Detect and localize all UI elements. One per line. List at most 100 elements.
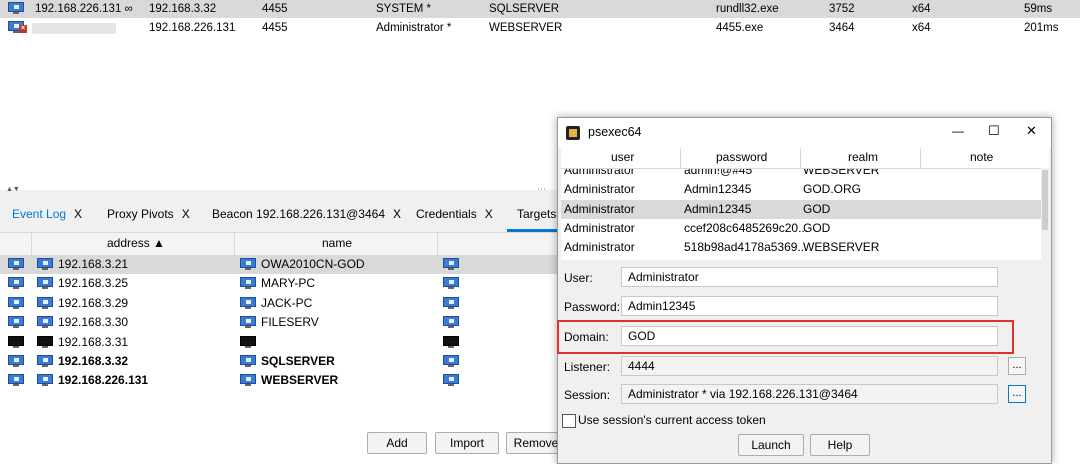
session-last: 59ms (1024, 3, 1053, 15)
access-token-label: Use session's current access token (578, 413, 766, 427)
launch-button[interactable]: Launch (738, 434, 804, 456)
credential-row[interactable]: Administrator Admin12345 GOD (561, 199, 1041, 219)
credential-user: Administrator (564, 201, 635, 216)
credential-row[interactable]: Administrator ccef208c6485269c20... GOD (561, 219, 1041, 238)
credentials-scrollbar[interactable] (1041, 168, 1049, 260)
credential-user: Administrator (564, 240, 635, 255)
session-field[interactable]: Administrator * via 192.168.226.131@3464 (621, 384, 998, 404)
session-computer: SQLSERVER (489, 3, 560, 15)
credential-row[interactable]: Administrator Admin12345 GOD.ORG (561, 180, 1041, 199)
tab-targets[interactable]: Targets (517, 207, 556, 221)
session-user: SYSTEM * (376, 3, 431, 15)
tab-beacon[interactable]: Beacon 192.168.226.131@3464 X (212, 207, 401, 221)
blurred-external-ip (32, 23, 116, 34)
column-name[interactable]: name (322, 236, 352, 250)
maximize-button[interactable]: ☐ (988, 123, 1000, 139)
domain-field[interactable]: GOD (621, 326, 998, 346)
access-token-checkbox[interactable] (562, 414, 576, 428)
column-address[interactable]: address ▲ (107, 236, 165, 250)
session-row[interactable]: 192.168.226.131 ∞ 192.168.3.32 4455 SYST… (0, 0, 1080, 18)
column-note[interactable]: note (970, 150, 993, 164)
credentials-table: user password realm note Administrator ad… (561, 148, 1049, 260)
splitter-grip-icon: ⋯ (537, 184, 546, 194)
session-label: Session: (564, 388, 611, 402)
session-pid: 3464 (829, 22, 855, 34)
tab-close-button[interactable]: X (74, 207, 82, 221)
session-external-ip: 192.168.226.131 ∞ (35, 3, 133, 15)
session-user: Administrator * (376, 22, 452, 34)
session-computer: WEBSERVER (489, 22, 563, 34)
dialog-titlebar[interactable]: psexec64 — ☐ ✕ (558, 118, 1051, 148)
session-process: rundll32.exe (716, 3, 779, 15)
session-row[interactable]: × 192.168.226.131 4455 Administrator * W… (0, 19, 1080, 37)
tab-label: Proxy Pivots (107, 207, 174, 221)
credential-password: ccef208c6485269c20... (684, 220, 809, 235)
target-row[interactable]: 192.168.3.30 FILESERV (0, 313, 560, 332)
session-internal-ip: 192.168.226.131 (149, 22, 236, 34)
target-name: WEBSERVER (261, 373, 339, 388)
listener-browse-button[interactable]: ... (1008, 357, 1026, 375)
session-listener: 4455 (262, 22, 288, 34)
tab-credentials[interactable]: Credentials X (416, 207, 493, 221)
session-listener: 4455 (262, 3, 288, 15)
target-row[interactable]: 192.168.3.32 SQLSERVER (0, 352, 560, 371)
target-address: 192.168.3.31 (58, 334, 129, 349)
listener-label: Listener: (564, 360, 611, 374)
target-address: 192.168.3.29 (58, 295, 129, 310)
session-last: 201ms (1024, 22, 1059, 34)
credential-password: 518b98ad4178a5369... (684, 240, 808, 255)
target-address: 192.168.3.32 (58, 354, 129, 368)
target-name: SQLSERVER (261, 354, 335, 368)
psexec-dialog: psexec64 — ☐ ✕ user password realm note … (557, 117, 1052, 464)
import-button[interactable]: Import (435, 432, 499, 454)
domain-label: Domain: (564, 330, 609, 344)
target-row[interactable]: 192.168.3.31 (0, 333, 560, 352)
target-row[interactable]: 192.168.3.21 OWA2010CN-GOD (0, 255, 560, 274)
session-pid: 3752 (829, 3, 855, 15)
tab-label: Credentials (416, 207, 477, 221)
password-label: Password: (564, 300, 621, 314)
session-internal-ip: 192.168.3.32 (149, 3, 217, 15)
target-row[interactable]: 192.168.226.131 WEBSERVER (0, 371, 560, 390)
tab-label: Targets (517, 207, 557, 221)
tab-bar: Event Log X Proxy Pivots X Beacon 192.168.… (0, 196, 560, 232)
add-button[interactable]: Add (367, 432, 427, 454)
tab-close-button[interactable]: X (182, 207, 190, 221)
tab-close-button[interactable]: X (393, 207, 401, 221)
column-realm[interactable]: realm (848, 150, 878, 164)
credentials-header: user password realm note (561, 148, 1041, 169)
target-address: 192.168.3.25 (58, 276, 129, 291)
target-name: MARY-PC (261, 276, 316, 291)
target-address: 192.168.3.30 (58, 315, 129, 330)
target-name: FILESERV (261, 315, 319, 330)
credential-password: Admin12345 (684, 201, 752, 216)
credential-realm: GOD (803, 220, 831, 235)
credential-realm: WEBSERVER (803, 240, 880, 255)
targets-header: address ▲ name (0, 232, 560, 256)
app-icon (566, 126, 580, 140)
column-user[interactable]: user (611, 150, 634, 164)
column-password[interactable]: password (716, 150, 767, 164)
listener-field[interactable]: 4444 (621, 356, 998, 376)
tab-proxy-pivots[interactable]: Proxy Pivots X (107, 207, 190, 221)
help-button[interactable]: Help (810, 434, 870, 456)
session-browse-button[interactable]: ... (1008, 385, 1026, 403)
tab-label: Beacon 192.168.226.131@3464 (212, 207, 385, 221)
target-address: 192.168.3.21 (58, 257, 129, 271)
password-field[interactable]: Admin12345 (621, 296, 998, 316)
target-row[interactable]: 192.168.3.29 JACK-PC (0, 294, 560, 313)
credential-realm: GOD.ORG (803, 182, 862, 197)
close-button[interactable]: ✕ (1026, 123, 1037, 139)
target-address: 192.168.226.131 (58, 373, 149, 388)
dialog-title: psexec64 (588, 125, 642, 139)
session-arch: x64 (912, 3, 931, 15)
target-name: OWA2010CN-GOD (261, 257, 365, 271)
user-field[interactable]: Administrator (621, 267, 998, 287)
credential-row[interactable]: Administrator 518b98ad4178a5369... WEBSERV… (561, 238, 1041, 257)
target-row[interactable]: 192.168.3.25 MARY-PC (0, 274, 560, 293)
session-process: 4455.exe (716, 22, 764, 34)
tab-close-button[interactable]: X (485, 207, 493, 221)
tab-event-log[interactable]: Event Log X (12, 207, 82, 221)
minimize-button[interactable]: — (952, 124, 964, 138)
credential-user: Administrator (564, 220, 635, 235)
